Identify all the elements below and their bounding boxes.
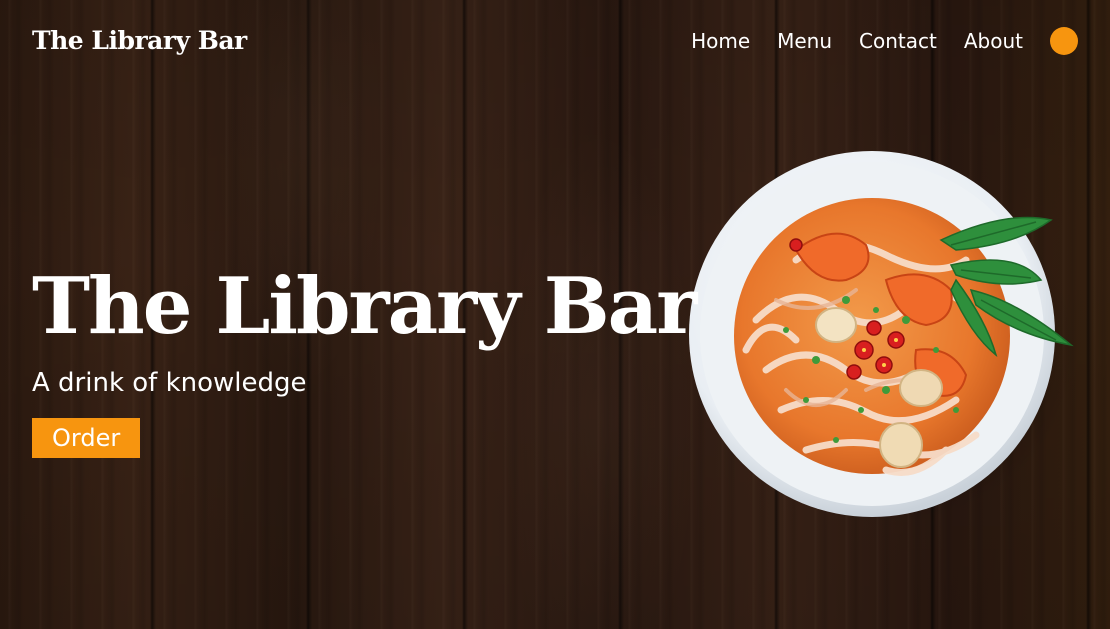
- noodle-soup-bowl-image: [689, 151, 1076, 520]
- nav-contact-link[interactable]: Contact: [859, 29, 937, 53]
- page: The Library Bar Home Menu Contact About …: [0, 0, 1110, 629]
- hero: The Library Bar A drink of knowledge Ord…: [32, 261, 697, 458]
- order-button[interactable]: Order: [32, 418, 141, 458]
- brand-logo[interactable]: The Library Bar: [32, 26, 247, 55]
- hero-title: The Library Bar: [32, 261, 697, 352]
- theme-toggle-icon[interactable]: [1050, 27, 1078, 55]
- nav-home-link[interactable]: Home: [691, 29, 750, 53]
- main-nav: Home Menu Contact About: [691, 27, 1078, 55]
- nav-menu-link[interactable]: Menu: [777, 29, 832, 53]
- nav-about-link[interactable]: About: [964, 29, 1023, 53]
- hero-tagline: A drink of knowledge: [32, 368, 307, 398]
